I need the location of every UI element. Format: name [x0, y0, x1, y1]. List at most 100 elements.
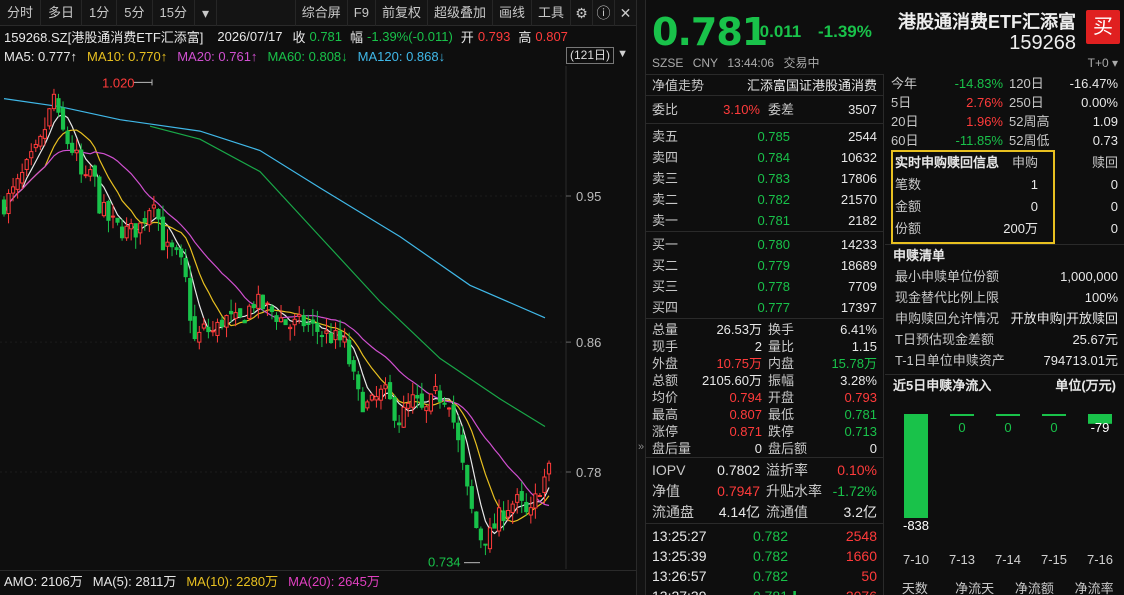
tick-row: 13:25:39 0.782 1660 — [646, 546, 883, 566]
ma20-label: MA20: 0.761↑ — [177, 48, 258, 64]
stat-label: 盘后量 — [652, 441, 692, 456]
candle-body — [124, 225, 129, 239]
bid-row[interactable]: 买一 0.780 14233 — [646, 234, 883, 255]
nav-link[interactable]: 净值走势 — [646, 75, 726, 95]
flow-footer-label: 净流天 — [955, 581, 995, 595]
list-row: 申购赎回允许情况 开放申购|开放赎回 — [885, 308, 1124, 329]
wc-label: 委差 — [768, 102, 795, 117]
t0-label: T+0 ▾ — [1087, 56, 1118, 70]
trading-status: 交易中 — [783, 56, 820, 70]
index-name: 汇添富国证港股通消费 — [746, 78, 877, 93]
gear-icon[interactable]: ⚙ — [570, 0, 592, 26]
candle-body — [528, 507, 533, 516]
days-button[interactable]: (121日) — [565, 47, 614, 64]
ask-row[interactable]: 卖二 0.782 21570 — [646, 189, 883, 210]
tick-time: 13:26:57 — [652, 568, 707, 584]
list-label: 最小申赎单位份额 — [895, 269, 1000, 284]
candle-body — [546, 462, 552, 475]
stat-value: 0.871 — [729, 424, 762, 439]
ask-row[interactable]: 卖一 0.781 2182 — [646, 210, 883, 231]
panel-splitter[interactable]: » — [636, 0, 646, 595]
list-value: 25.67元 — [1072, 332, 1118, 347]
tick-row: 13:25:27 0.782 2548 — [646, 526, 883, 546]
stat-row: 总额 2105.60万 振幅 3.28% — [646, 372, 883, 389]
perf-label: 52周高 — [1009, 114, 1050, 129]
list-value: 1,000,000 — [1060, 269, 1118, 284]
ask-price: 0.782 — [757, 192, 790, 207]
tab-5min[interactable]: 5分 — [117, 0, 153, 26]
bid-row[interactable]: 买二 0.779 18689 — [646, 255, 883, 276]
candle-body — [238, 308, 243, 318]
period-dropdown-icon[interactable]: ▾ — [195, 0, 217, 26]
f9-button[interactable]: F9 — [346, 0, 375, 26]
candle-body — [319, 335, 325, 338]
iopv: IOPV 0.7802 溢折率 0.10% 净值 0.7947 升贴水率 -1.72% 流通盘 4… — [646, 457, 883, 523]
nav-row[interactable]: 净值走势 汇添富国证港股通消费 — [646, 74, 883, 95]
candle-body — [306, 322, 311, 325]
candle-body — [165, 241, 170, 247]
bid-row[interactable]: 买四 0.777 17397 — [646, 297, 883, 318]
candle-body — [392, 397, 397, 421]
help-icon[interactable]: ⓘ — [592, 0, 614, 26]
stat-value: 0.713 — [844, 424, 877, 439]
tab-15min[interactable]: 15分 — [153, 0, 195, 26]
ma5-label: MA5: 0.777↑ — [4, 48, 77, 64]
candle-body — [215, 321, 220, 336]
tools-button[interactable]: 工具 — [530, 0, 570, 26]
days-dropdown-icon[interactable]: ▼ — [617, 48, 628, 60]
ma120-label: MA120: 0.868↓ — [357, 48, 446, 64]
buy-button[interactable]: 买 — [1086, 10, 1120, 44]
draw-button[interactable]: 画线 — [491, 0, 531, 26]
symbol-label: 159268.SZ[港股通消费ETF汇添富] — [4, 29, 204, 45]
close-value: 0.781 — [309, 28, 343, 44]
flow-bar — [904, 414, 928, 518]
candle-body — [456, 422, 461, 441]
adjust-button[interactable]: 前复权 — [374, 0, 427, 26]
perf-label: 250日 — [1009, 95, 1044, 110]
tab-intraday[interactable]: 分时 — [0, 0, 42, 26]
composite-screen-button[interactable]: 综合屏 — [294, 0, 347, 26]
candlestick-chart[interactable]: 0.95 0.86 0.78 1.020 0.734 — [0, 66, 636, 569]
bid-row[interactable]: 买三 0.778 7709 — [646, 276, 883, 297]
candle-body — [115, 217, 120, 223]
iopv-value: 0.7947 — [717, 483, 760, 499]
iopv-label: 流通值 — [766, 504, 808, 520]
stat-value: 0 — [869, 441, 877, 456]
ask-volume: 2182 — [848, 213, 877, 228]
tab-1min[interactable]: 1分 — [82, 0, 118, 26]
ma-line — [149, 125, 546, 428]
stat-label: 总额 — [652, 373, 679, 388]
stat-label: 外盘 — [652, 356, 679, 371]
expand-icon[interactable]: » — [638, 441, 644, 453]
candle-body — [433, 385, 438, 392]
iopv-label: 流通盘 — [652, 504, 694, 520]
stat-label: 现手 — [652, 339, 679, 354]
ask-row[interactable]: 卖五 0.785 2544 — [646, 126, 883, 147]
perf-label: 60日 — [891, 133, 919, 148]
close-icon[interactable]: ✕ — [614, 0, 636, 26]
stat-label: 涨停 — [652, 424, 679, 439]
amo-label: AMO: 2106万 — [4, 574, 83, 589]
stat-value: 2 — [754, 339, 762, 354]
candle-body — [315, 322, 320, 332]
change-percent: -1.39% — [818, 22, 872, 41]
candle-body — [342, 336, 347, 343]
stat-label: 最低 — [768, 407, 795, 422]
tab-multiday[interactable]: 多日 — [41, 0, 83, 26]
candle-body — [365, 401, 370, 409]
stat-value: 0.794 — [729, 390, 762, 405]
list-value: 794713.01元 — [1043, 353, 1118, 368]
ask-row[interactable]: 卖三 0.783 17806 — [646, 168, 883, 189]
overlay-button[interactable]: 超级叠加 — [426, 0, 492, 26]
candle-body — [24, 159, 29, 170]
wb-label: 委比 — [652, 102, 679, 117]
iopv-row: IOPV 0.7802 溢折率 0.10% — [646, 460, 883, 481]
stat-label: 振幅 — [768, 373, 795, 388]
stat-row: 现手 2 量比 1.15 — [646, 338, 883, 355]
stat-value: 2105.60万 — [702, 373, 762, 388]
ask-row[interactable]: 卖四 0.784 10632 — [646, 147, 883, 168]
list-row: 最小申赎单位份额 1,000,000 — [885, 266, 1124, 287]
iopv-value: 0.10% — [837, 462, 877, 478]
wb-value: 3.10% — [723, 102, 760, 117]
candle-body — [460, 434, 465, 463]
